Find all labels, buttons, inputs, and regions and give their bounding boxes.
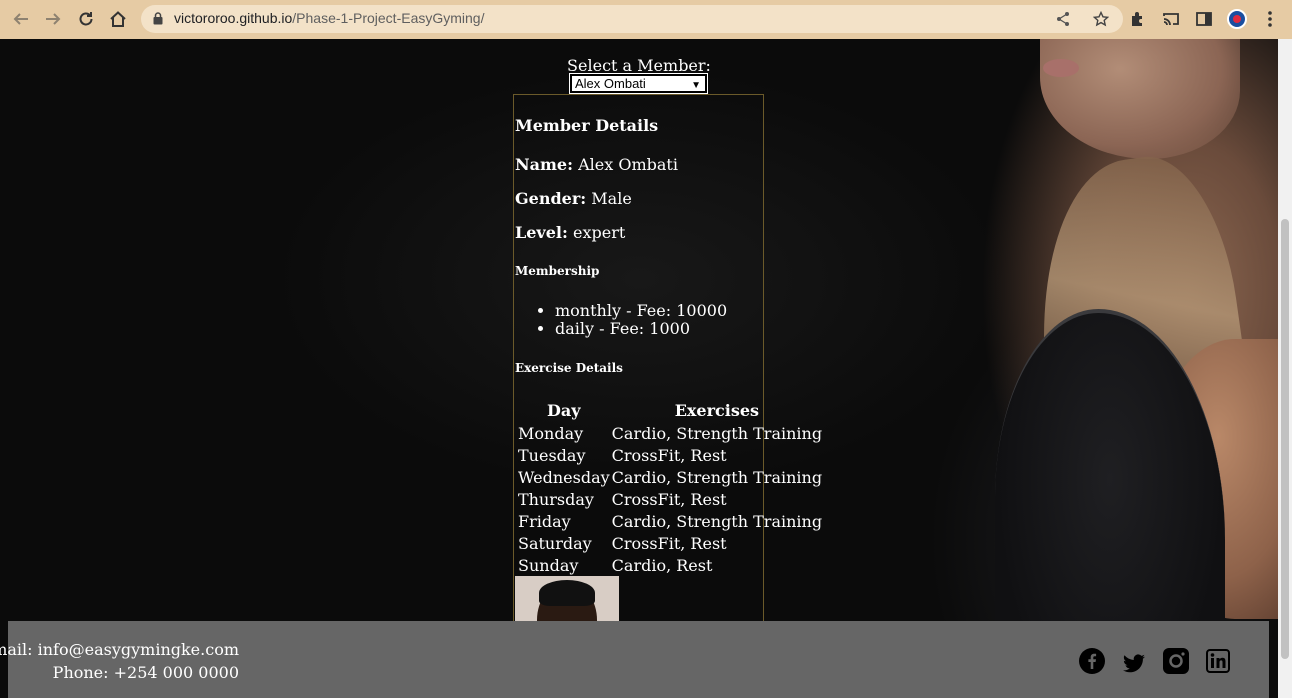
facebook-icon[interactable] xyxy=(1079,648,1105,674)
level-value: expert xyxy=(572,223,626,242)
member-photo-hair xyxy=(539,580,595,606)
share-icon xyxy=(1057,12,1069,26)
gender-field: Gender: Male xyxy=(515,189,632,208)
membership-list: monthly - Fee: 10000 daily - Fee: 1000 xyxy=(555,302,727,338)
share-button[interactable] xyxy=(1051,9,1075,29)
footer-email: Email: info@easygymingke.com xyxy=(0,640,239,659)
select-member-label: Select a Member: xyxy=(567,56,711,75)
reload-icon xyxy=(79,12,93,26)
exercises-header: Exercises xyxy=(674,400,760,420)
table-header-row: Day Exercises xyxy=(518,398,822,422)
day-cell: Friday xyxy=(518,511,571,531)
exercise-cell: CrossFit, Rest xyxy=(611,533,727,553)
home-button[interactable] xyxy=(102,3,134,35)
arrow-right-icon xyxy=(46,13,61,25)
table-row: Monday Cardio, Strength Training xyxy=(518,422,822,444)
level-label: Level: xyxy=(515,223,568,242)
exercise-cell: CrossFit, Rest xyxy=(611,445,727,465)
lock-icon xyxy=(153,12,163,25)
twitter-icon[interactable] xyxy=(1122,654,1146,674)
back-button[interactable] xyxy=(5,3,37,35)
day-cell: Thursday xyxy=(518,489,594,509)
instagram-icon[interactable] xyxy=(1163,648,1189,674)
chevron-down-icon: ▼ xyxy=(691,80,701,91)
member-select[interactable]: Alex Ombati ▼ xyxy=(569,73,708,94)
page-footer: Email: info@easygymingke.com Phone: +254… xyxy=(0,621,1269,698)
side-panel-button[interactable] xyxy=(1192,4,1216,34)
side-panel-icon xyxy=(1196,12,1212,26)
table-row: Saturday CrossFit, Rest xyxy=(518,532,822,554)
vertical-scrollbar[interactable] xyxy=(1278,39,1292,698)
address-bar[interactable]: victororoo.github.io/Phase-1-Project-Eas… xyxy=(141,5,1123,33)
exercise-cell: CrossFit, Rest xyxy=(611,489,727,509)
table-row: Friday Cardio, Strength Training xyxy=(518,510,822,532)
list-item: monthly - Fee: 10000 xyxy=(555,302,727,320)
profile-button[interactable] xyxy=(1225,4,1249,34)
table-row: Wednesday Cardio, Strength Training xyxy=(518,466,822,488)
puzzle-icon xyxy=(1132,12,1142,26)
exercise-cell: Cardio, Rest xyxy=(611,555,713,575)
day-cell: Monday xyxy=(518,423,584,443)
list-item: daily - Fee: 1000 xyxy=(555,320,727,338)
member-select-value: Alex Ombati xyxy=(575,76,646,91)
day-cell: Wednesday xyxy=(518,467,610,487)
exercise-cell: Cardio, Strength Training xyxy=(611,467,823,487)
browser-toolbar: victororoo.github.io/Phase-1-Project-Eas… xyxy=(0,0,1292,39)
table-row: Sunday Cardio, Rest xyxy=(518,554,822,576)
table-row: Thursday CrossFit, Rest xyxy=(518,488,822,510)
url-domain: victororoo.github.io xyxy=(174,10,293,26)
day-cell: Saturday xyxy=(518,533,592,553)
membership-heading: Membership xyxy=(515,264,600,278)
footer-phone: Phone: +254 000 0000 xyxy=(52,663,239,682)
level-field: Level: expert xyxy=(515,223,625,242)
gender-label: Gender: xyxy=(515,189,587,208)
member-details-card: Member Details Name: Alex Ombati Gender:… xyxy=(513,94,822,654)
reload-button[interactable] xyxy=(70,3,102,35)
name-value: Alex Ombati xyxy=(578,155,678,174)
name-label: Name: xyxy=(515,155,574,174)
bookmark-button[interactable] xyxy=(1089,9,1113,29)
arrow-left-icon xyxy=(13,13,28,25)
extensions-button[interactable] xyxy=(1126,4,1150,34)
kebab-menu-icon xyxy=(1268,11,1272,27)
avatar xyxy=(1227,9,1247,29)
table-row: Tuesday CrossFit, Rest xyxy=(518,444,822,466)
star-icon xyxy=(1093,11,1109,27)
day-cell: Tuesday xyxy=(518,445,586,465)
page-viewport: Select a Member: Alex Ombati ▼ Member De… xyxy=(0,39,1278,698)
linkedin-icon[interactable] xyxy=(1206,649,1230,673)
scrollbar-thumb[interactable] xyxy=(1281,219,1289,659)
home-icon xyxy=(110,11,126,27)
exercise-cell: Cardio, Strength Training xyxy=(611,423,823,443)
social-links xyxy=(1079,648,1230,674)
forward-button[interactable] xyxy=(37,3,69,35)
exercise-cell: Cardio, Strength Training xyxy=(611,511,823,531)
exercise-table: Day Exercises Monday Cardio, Strength Tra… xyxy=(516,398,824,576)
member-details-heading: Member Details xyxy=(515,116,659,135)
url-text: victororoo.github.io/Phase-1-Project-Eas… xyxy=(174,10,484,26)
cast-button[interactable] xyxy=(1159,4,1183,34)
url-path: /Phase-1-Project-EasyGyming/ xyxy=(292,10,485,26)
gender-value: Male xyxy=(591,189,632,208)
exercise-heading: Exercise Details xyxy=(515,361,623,375)
cast-icon xyxy=(1163,13,1179,26)
menu-button[interactable] xyxy=(1258,4,1282,34)
day-cell: Sunday xyxy=(518,555,579,575)
day-header: Day xyxy=(547,400,581,420)
name-field: Name: Alex Ombati xyxy=(515,155,678,174)
